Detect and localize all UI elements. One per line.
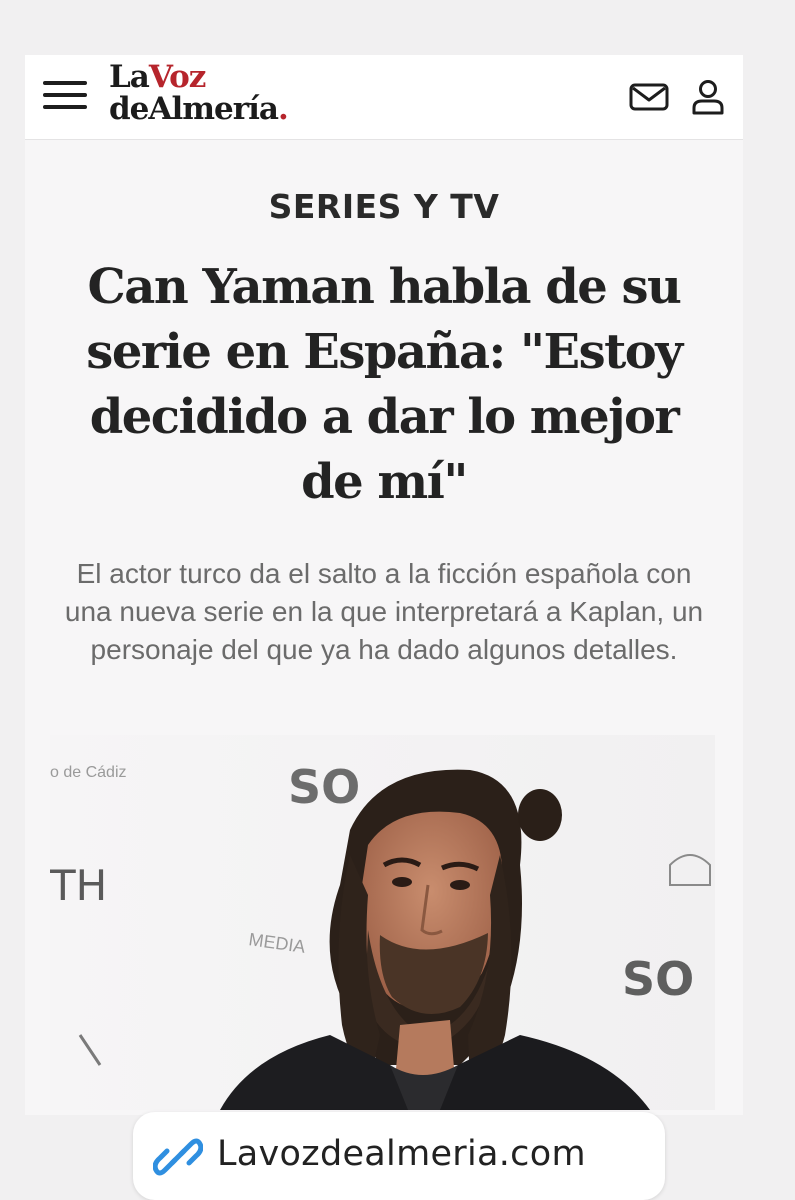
article-headline: Can Yaman habla de su serie en España: "…: [86, 259, 683, 510]
logo-dot: .: [277, 91, 289, 127]
backdrop-text-top: SO: [288, 760, 360, 814]
logo-la: La: [109, 59, 150, 95]
site-header: LaVoz deAlmería.: [25, 55, 743, 140]
link-sticker[interactable]: Lavozdealmeria.com: [133, 1112, 665, 1200]
logo-dealmeria: deAlmería: [109, 91, 279, 127]
logo-line-2: deAlmería.: [109, 91, 289, 127]
backdrop-text-left: TH: [50, 861, 107, 910]
article-photo: o de Cádiz SO TH MEDIA SO: [50, 735, 715, 1110]
backdrop-text-top-left: o de Cádiz: [50, 764, 127, 781]
article-page: LaVoz deAlmería. SERIES Y TV Can Yaman h…: [25, 55, 743, 1115]
site-logo[interactable]: LaVoz deAlmería.: [109, 61, 289, 127]
logo-line-1: LaVoz: [109, 61, 288, 93]
link-sticker-label: Lavozdealmeria.com: [217, 1134, 586, 1174]
backdrop-text-right: SO: [622, 952, 694, 1006]
logo-voz: Voz: [148, 59, 206, 95]
user-icon[interactable]: [691, 79, 725, 115]
section-label[interactable]: SERIES Y TV: [25, 187, 743, 226]
mail-icon[interactable]: [629, 81, 669, 113]
hamburger-menu-icon[interactable]: [43, 79, 87, 111]
link-icon: [153, 1138, 203, 1176]
photo-illustration: o de Cádiz SO TH MEDIA SO: [50, 735, 715, 1110]
article-subtitle: El actor turco da el salto a la ficción …: [64, 558, 704, 665]
